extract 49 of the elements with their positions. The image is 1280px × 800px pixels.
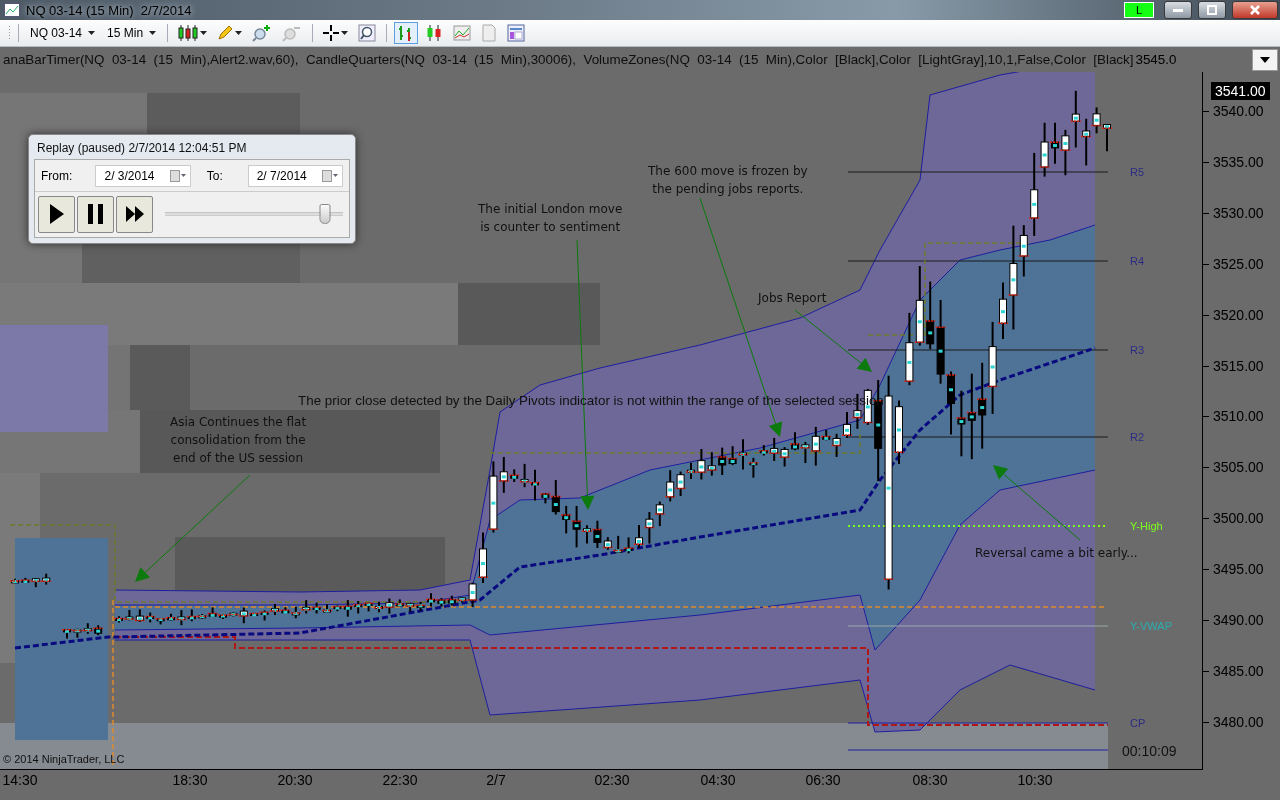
price-axis-label: 3480.00 (1213, 713, 1264, 730)
price-axis-label: 3505.00 (1213, 459, 1264, 476)
time-axis-label: 06:30 (805, 772, 841, 788)
from-label: From: (41, 168, 74, 183)
to-label: To: (206, 168, 224, 183)
last-price-tag: 3541.00 (1211, 82, 1270, 100)
interval-dropdown[interactable]: 15 Min (103, 24, 161, 42)
chart-annotation: Jobs Report (758, 290, 827, 307)
time-axis-label: 2/7 (486, 772, 506, 788)
instrument-dropdown[interactable]: NQ 03-14 (26, 24, 100, 42)
time-axis-label: 14:30 (2, 772, 38, 788)
price-axis-label: 3530.00 (1213, 204, 1264, 221)
price-axis-label: 3510.00 (1213, 408, 1264, 425)
price-axis-label: 3495.00 (1213, 561, 1264, 578)
price-axis-label: 3490.00 (1213, 612, 1264, 628)
price-axis-label: 3485.00 (1213, 662, 1264, 679)
pivot-label: R5 (1130, 166, 1145, 178)
to-date-field[interactable]: 2/ 7/2014 (247, 164, 343, 187)
chart-annotation: Reversal came a bit early... (975, 545, 1138, 562)
window-title: NQ 03-14 (15 Min) 2/7/2014 (26, 2, 192, 18)
price-axis-label: 3500.00 (1213, 510, 1264, 527)
bar-timer: 00:10:09 (1122, 743, 1177, 759)
price-axis-label: 3535.00 (1213, 153, 1264, 170)
price-axis-label: 3520.00 (1213, 306, 1264, 323)
pivot-label: CP (1130, 717, 1146, 729)
chart-annotation: Asia Continues the flat consolidation from the end of the US session (170, 414, 307, 467)
time-axis-label: 10:30 (1017, 772, 1053, 788)
dialog-title: Replay (paused) 2/7/2014 12:04:51 PM (36, 140, 248, 157)
time-axis-label: 20:30 (277, 772, 313, 788)
price-axis-label: 3525.00 (1213, 255, 1264, 272)
time-axis-label: 22:30 (382, 772, 418, 788)
chart-annotation: The initial London move is counter to sentiment (478, 201, 623, 236)
from-date-field[interactable]: 2/ 3/2014 (95, 164, 191, 187)
indicator-list: anaBarTimer(NQ 03-14 (15 Min),Alert2.wav,60), CandleQuarters(NQ 03-14 (15 Min),30006), VolumeZones(NQ 03-14 (15 Min),Color [Black],Color [LightGray],10,1,False,Color [Black] (3, 52, 1134, 67)
price-axis-label: 3515.00 (1213, 357, 1264, 374)
pivot-label: R3 (1130, 344, 1145, 356)
copyright-text: © 2014 NinjaTrader, LLC (3, 753, 125, 765)
price-axis-label: 3540.00 (1213, 103, 1264, 119)
price-axis-label: 3545.0 (1135, 52, 1177, 67)
pivot-label: R2 (1130, 431, 1145, 443)
time-axis-label: 02:30 (594, 772, 630, 788)
time-axis-label: 04:30 (700, 772, 736, 788)
time-axis-label: 18:30 (172, 772, 208, 788)
time-axis-label: 08:30 (912, 772, 948, 788)
pivot-label: Y-High (1130, 520, 1163, 532)
pivot-label: R4 (1130, 255, 1145, 267)
chart-annotation: The 600 move is frozen by the pending jobs reports. (648, 163, 808, 198)
pivot-label: Y-VWAP (1130, 620, 1172, 632)
connection-badge: L (1124, 2, 1154, 18)
